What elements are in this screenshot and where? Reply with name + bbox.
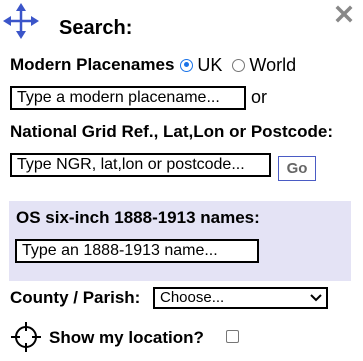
show-location-checkbox[interactable] xyxy=(226,330,239,343)
modern-placename-input[interactable] xyxy=(10,86,246,110)
os-names-panel: OS six-inch 1888-1913 names: xyxy=(9,201,351,281)
or-text: or xyxy=(251,87,268,107)
radio-uk[interactable] xyxy=(180,58,194,72)
ngr-label: National Grid Ref., Lat,Lon or Postcode: xyxy=(10,122,334,141)
show-location-label: Show my location? xyxy=(49,328,204,347)
panel-title: Search: xyxy=(59,17,133,39)
modern-placenames-label: Modern Placenames xyxy=(10,55,175,74)
radio-world-label[interactable]: World xyxy=(249,55,296,76)
move-icon[interactable] xyxy=(3,3,39,39)
search-header: Search: xyxy=(0,0,363,48)
county-parish-selected-value: Choose... xyxy=(160,289,225,306)
radio-uk-label[interactable]: UK xyxy=(197,55,222,76)
close-icon[interactable] xyxy=(335,5,353,23)
radio-world[interactable] xyxy=(232,58,246,72)
os-name-input[interactable] xyxy=(15,239,259,263)
county-parish-label: County / Parish: xyxy=(10,288,141,307)
chevron-down-icon xyxy=(310,294,322,302)
county-parish-select[interactable]: Choose... xyxy=(153,287,328,309)
crosshair-location-icon[interactable] xyxy=(10,321,42,353)
modern-placenames-row: Modern Placenames UK World xyxy=(10,53,300,77)
ngr-input[interactable] xyxy=(10,153,271,177)
os-names-label: OS six-inch 1888-1913 names: xyxy=(16,208,260,227)
go-button[interactable]: Go xyxy=(278,156,316,181)
